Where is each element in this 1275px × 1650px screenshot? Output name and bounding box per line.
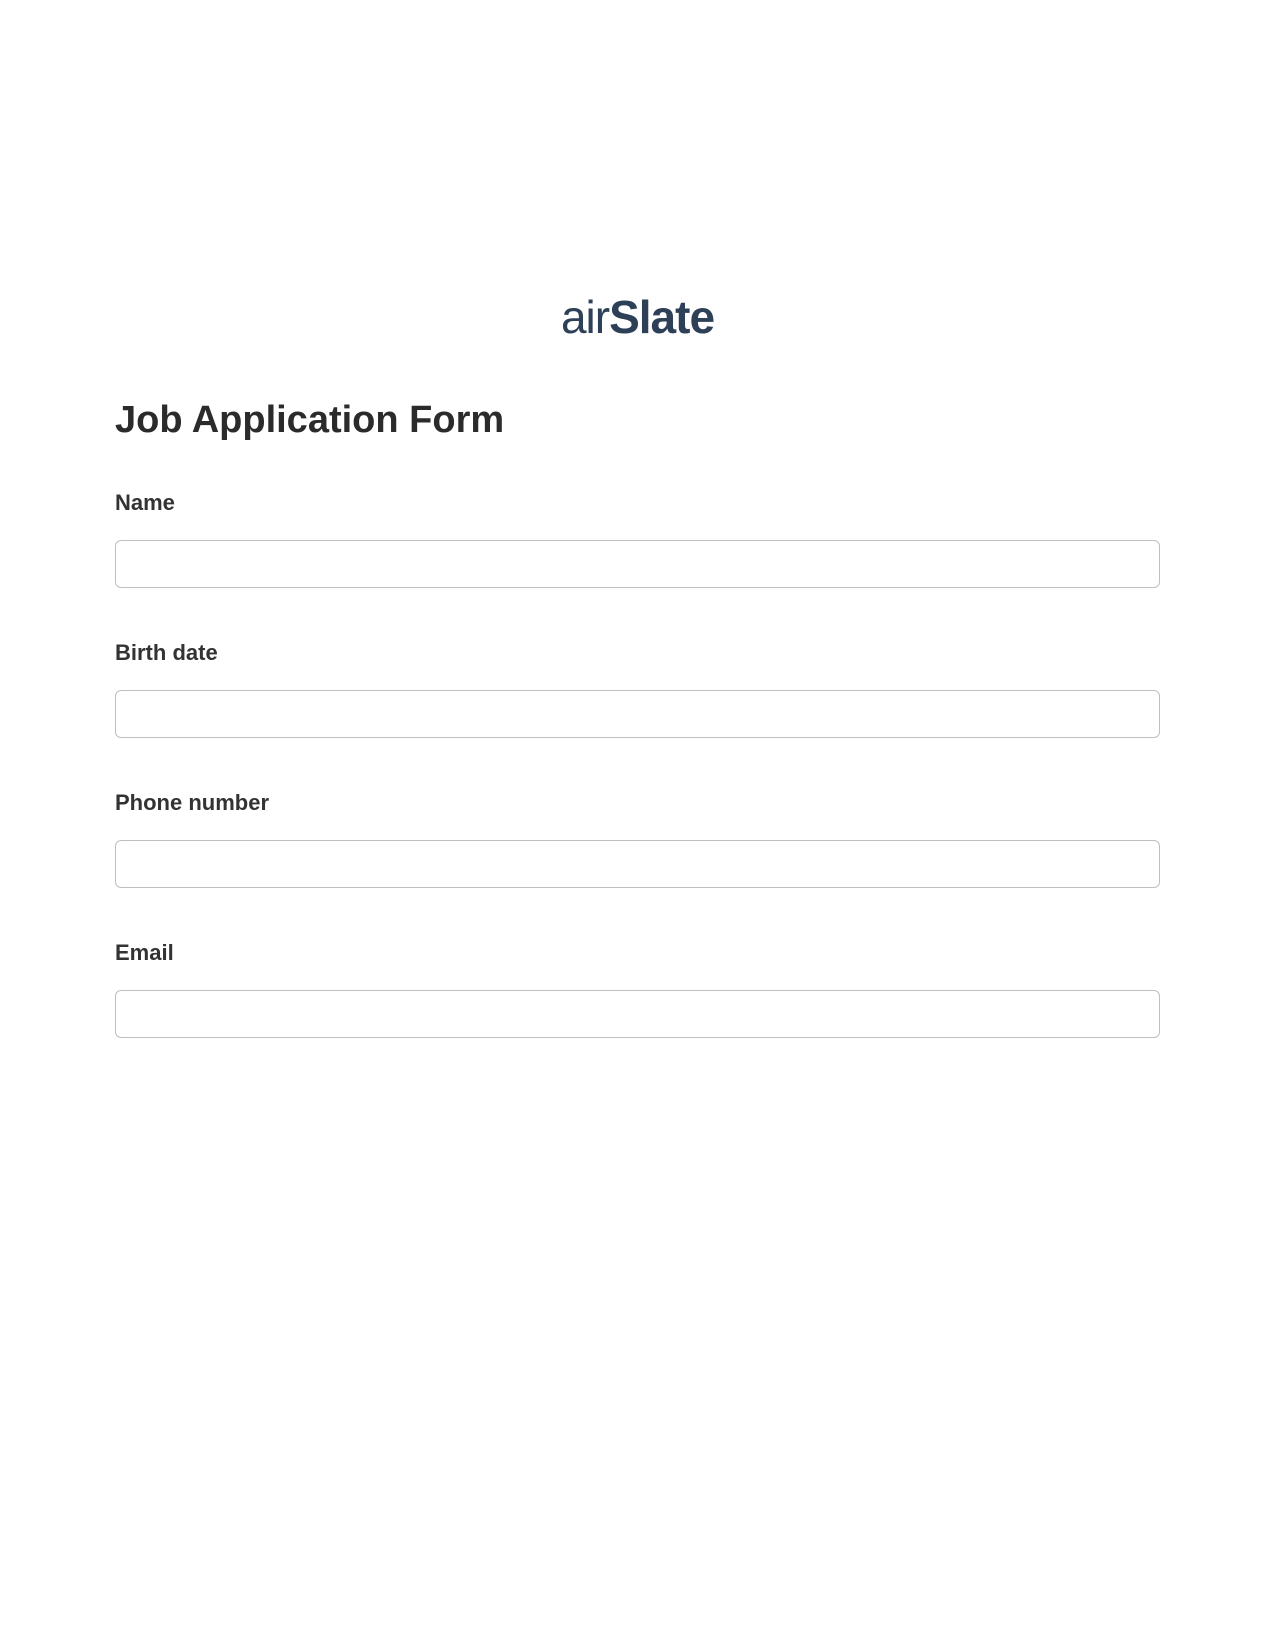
form-group-name: Name bbox=[115, 490, 1160, 588]
phone-label: Phone number bbox=[115, 790, 1160, 816]
form-container: airSlate Job Application Form Name Birth… bbox=[0, 0, 1275, 1038]
form-group-birthdate: Birth date bbox=[115, 640, 1160, 738]
name-input[interactable] bbox=[115, 540, 1160, 588]
airslate-logo: airSlate bbox=[561, 290, 714, 344]
email-label: Email bbox=[115, 940, 1160, 966]
form-group-phone: Phone number bbox=[115, 790, 1160, 888]
birthdate-label: Birth date bbox=[115, 640, 1160, 666]
logo-wrapper: airSlate bbox=[115, 290, 1160, 344]
form-group-email: Email bbox=[115, 940, 1160, 1038]
logo-prefix: air bbox=[561, 291, 609, 343]
birthdate-input[interactable] bbox=[115, 690, 1160, 738]
phone-input[interactable] bbox=[115, 840, 1160, 888]
email-input[interactable] bbox=[115, 990, 1160, 1038]
form-title: Job Application Form bbox=[115, 399, 1160, 442]
name-label: Name bbox=[115, 490, 1160, 516]
logo-suffix: Slate bbox=[609, 291, 714, 343]
